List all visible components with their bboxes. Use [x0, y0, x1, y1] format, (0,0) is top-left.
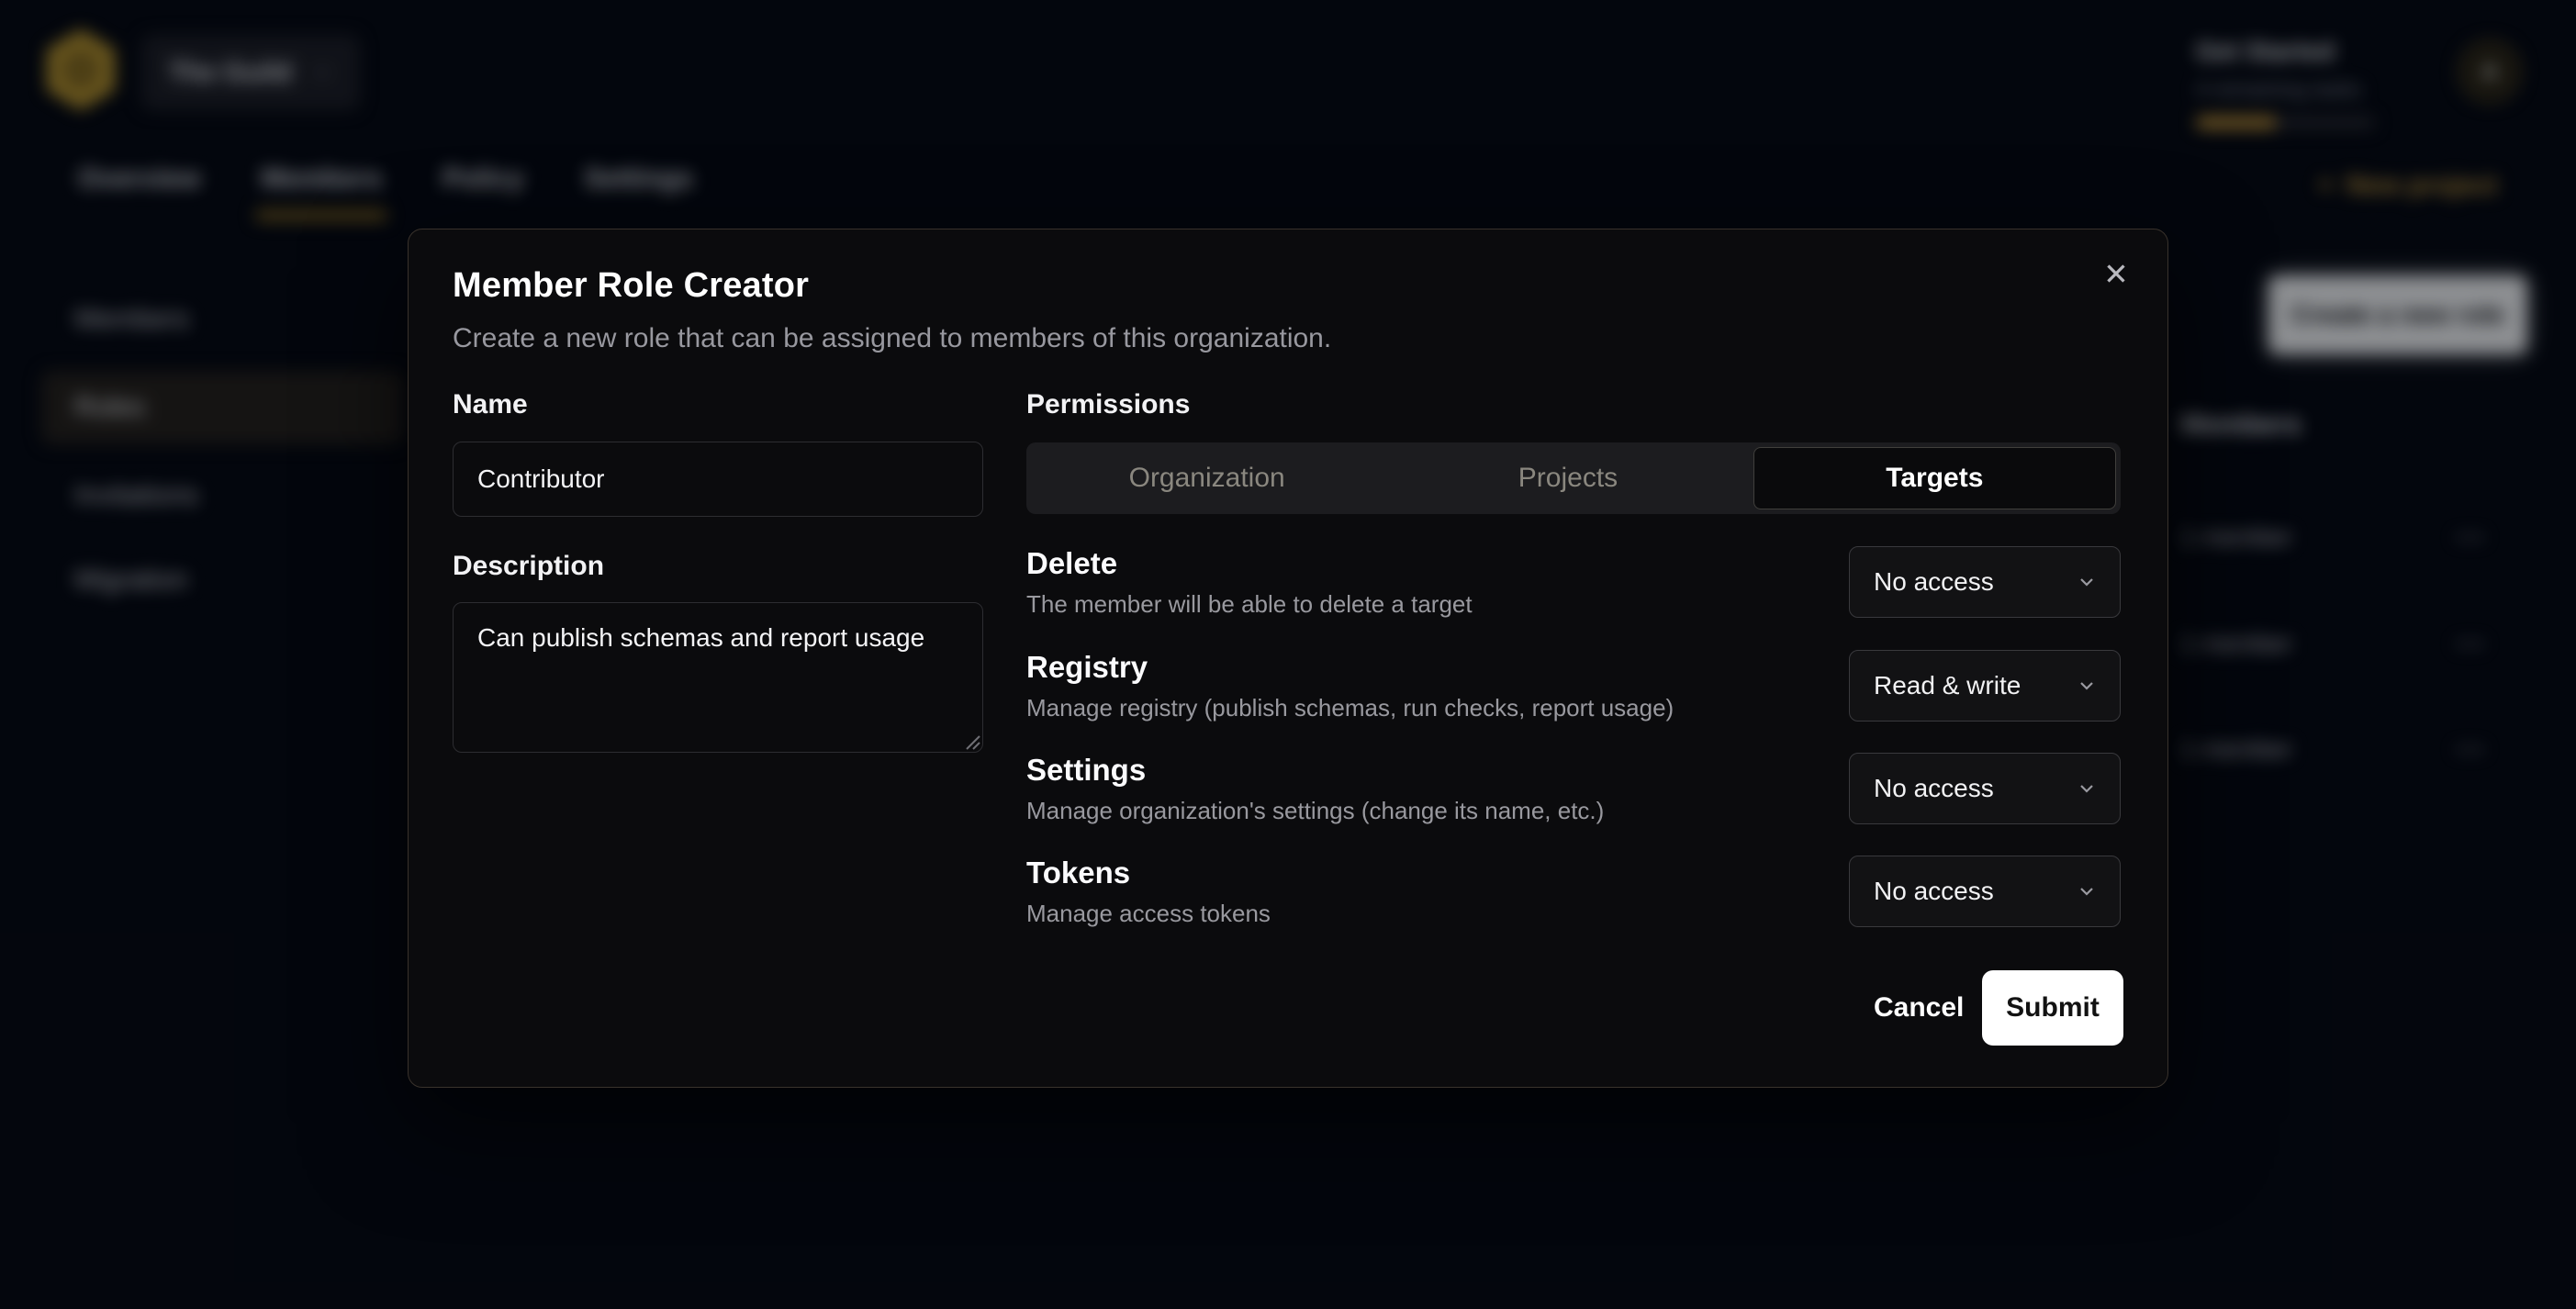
permissions-label: Permissions	[1026, 389, 1190, 420]
close-icon[interactable]: ✕	[2096, 253, 2136, 294]
tab-organization[interactable]: Organization	[1026, 442, 1387, 514]
registry-access-select[interactable]: Read & write	[1849, 650, 2121, 722]
settings-access-select[interactable]: No access	[1849, 753, 2121, 824]
chevron-down-icon	[2076, 880, 2098, 902]
member-role-creator-dialog: ✕ Member Role Creator Create a new role …	[408, 229, 2168, 1088]
permissions-tablist: Organization Projects Targets	[1026, 442, 2121, 514]
permission-row-settings: Settings Manage organization's settings …	[1026, 753, 2121, 845]
permission-row-delete: Delete The member will be able to delete…	[1026, 546, 2121, 638]
dialog-title: Member Role Creator	[453, 266, 809, 306]
description-label: Description	[453, 551, 604, 582]
submit-button[interactable]: Submit	[1982, 970, 2123, 1046]
tokens-access-select[interactable]: No access	[1849, 856, 2121, 927]
dialog-subtitle: Create a new role that can be assigned t…	[453, 323, 1331, 354]
tab-targets[interactable]: Targets	[1753, 447, 2116, 509]
name-input[interactable]	[453, 442, 983, 517]
chevron-down-icon	[2076, 571, 2098, 593]
permission-row-tokens: Tokens Manage access tokens No access	[1026, 856, 2121, 947]
name-label: Name	[453, 389, 528, 420]
permission-row-registry: Registry Manage registry (publish schema…	[1026, 650, 2121, 742]
page: The Guild Get Started 4 remaining tasks …	[0, 0, 2576, 1309]
cancel-button[interactable]: Cancel	[1857, 970, 1980, 1046]
chevron-down-icon	[2076, 675, 2098, 697]
description-textarea[interactable]: Can publish schemas and report usage	[453, 602, 983, 753]
chevron-down-icon	[2076, 778, 2098, 800]
delete-access-select[interactable]: No access	[1849, 546, 2121, 618]
tab-projects[interactable]: Projects	[1387, 442, 1748, 514]
